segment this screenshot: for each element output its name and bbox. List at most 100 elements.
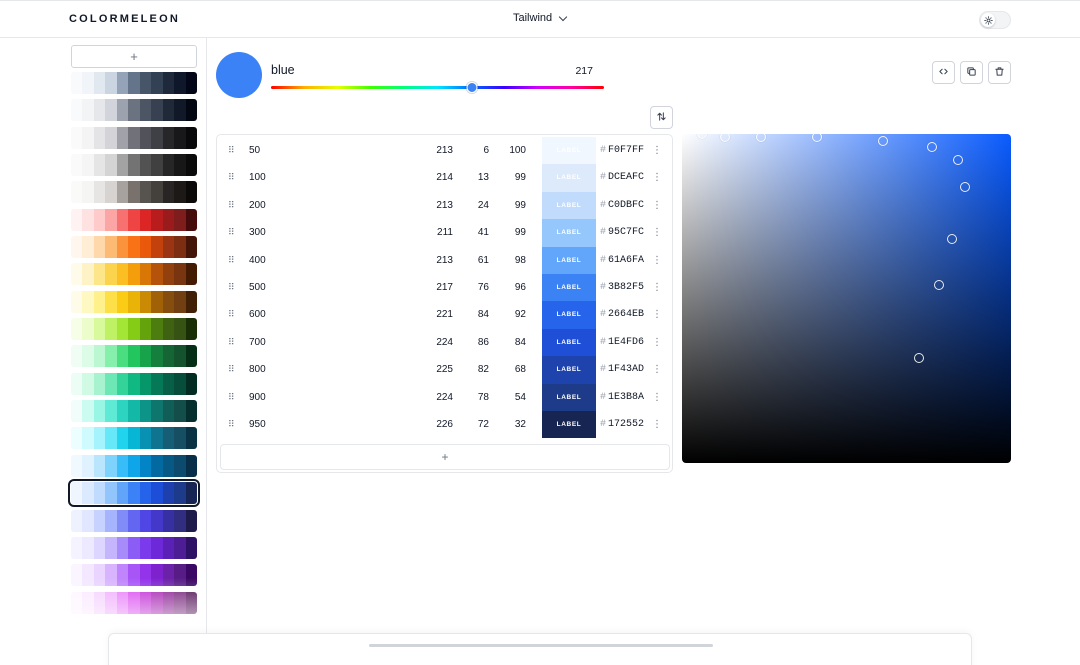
kebab-icon[interactable]: ⋮ <box>652 192 662 219</box>
palette-item[interactable] <box>71 591 197 614</box>
grip-icon[interactable]: ⠿ <box>228 274 237 301</box>
palette-item[interactable] <box>71 454 197 477</box>
palette-set-dropdown[interactable]: Tailwind <box>513 12 568 24</box>
grip-icon[interactable]: ⠿ <box>228 192 237 219</box>
shade-saturation[interactable]: 61 <box>463 247 489 274</box>
shade-name[interactable]: 600 <box>249 301 266 328</box>
palette-item[interactable] <box>71 99 197 122</box>
kebab-icon[interactable]: ⋮ <box>652 164 662 191</box>
picker-handle[interactable] <box>953 155 964 166</box>
palette-item[interactable] <box>71 318 197 341</box>
shade-row[interactable]: ⠿ 200 213 24 99 LABEL # C0DBFC ⋮ <box>217 191 672 220</box>
palette-item[interactable] <box>71 345 197 368</box>
grip-icon[interactable]: ⠿ <box>228 356 237 383</box>
kebab-icon[interactable]: ⋮ <box>652 219 662 246</box>
shade-row[interactable]: ⠿ 100 214 13 99 LABEL # DCEAFC ⋮ <box>217 164 672 192</box>
picker-handle[interactable] <box>877 135 888 146</box>
shade-saturation[interactable]: 13 <box>463 164 489 191</box>
grip-icon[interactable]: ⠿ <box>228 384 237 411</box>
palette-item[interactable] <box>71 236 197 259</box>
shade-lightness[interactable]: 99 <box>499 192 526 219</box>
palette-name[interactable]: blue <box>271 63 295 77</box>
shade-hue[interactable]: 211 <box>427 219 453 246</box>
shade-hex[interactable]: F0F7FF <box>608 137 644 164</box>
shade-hex[interactable]: DCEAFC <box>608 164 644 191</box>
shade-lightness[interactable]: 96 <box>499 274 526 301</box>
shade-name[interactable]: 100 <box>249 164 266 191</box>
shade-hue[interactable]: 213 <box>427 192 453 219</box>
shade-saturation[interactable]: 76 <box>463 274 489 301</box>
copy-button[interactable] <box>960 61 983 84</box>
shade-row[interactable]: ⠿ 400 213 61 98 LABEL #61A6FA ⋮ <box>217 246 672 274</box>
shade-name[interactable]: 500 <box>249 274 266 301</box>
shade-row[interactable]: ⠿ 50 213 6 100 LABEL # F0F7FF ⋮ <box>217 137 672 165</box>
shade-lightness[interactable]: 32 <box>499 411 526 438</box>
shade-lightness[interactable]: 99 <box>499 164 526 191</box>
shade-row[interactable]: ⠿ 800 225 82 68 LABEL #1F43AD ⋮ <box>217 356 672 384</box>
palette-item[interactable] <box>71 427 197 450</box>
shade-hue[interactable]: 225 <box>427 356 453 383</box>
picker-handle[interactable] <box>696 134 707 139</box>
grip-icon[interactable]: ⠿ <box>228 164 237 191</box>
palette-item[interactable] <box>68 479 200 508</box>
kebab-icon[interactable]: ⋮ <box>652 274 662 301</box>
shade-saturation[interactable]: 78 <box>463 384 489 411</box>
saturation-value-picker[interactable] <box>682 134 1011 463</box>
shade-name[interactable]: 950 <box>249 411 266 438</box>
bottom-drawer[interactable] <box>108 633 972 665</box>
shade-saturation[interactable]: 86 <box>463 329 489 356</box>
theme-toggle[interactable] <box>979 11 1011 29</box>
code-button[interactable] <box>932 61 955 84</box>
shade-lightness[interactable]: 98 <box>499 247 526 274</box>
palette-color-swatch[interactable] <box>216 52 262 98</box>
palette-item[interactable] <box>71 263 197 286</box>
shade-hue[interactable]: 224 <box>427 329 453 356</box>
kebab-icon[interactable]: ⋮ <box>652 329 662 356</box>
grip-icon[interactable]: ⠿ <box>228 329 237 356</box>
palette-item[interactable] <box>71 536 197 559</box>
shade-saturation[interactable]: 72 <box>463 411 489 438</box>
shade-name[interactable]: 700 <box>249 329 266 356</box>
shade-lightness[interactable]: 100 <box>499 137 526 164</box>
shade-row[interactable]: ⠿ 900 224 78 54 LABEL #1E3B8A ⋮ <box>217 383 672 411</box>
drawer-handle[interactable] <box>369 644 713 647</box>
palette-item[interactable] <box>71 400 197 423</box>
shade-name[interactable]: 50 <box>249 137 260 164</box>
grip-icon[interactable]: ⠿ <box>228 137 237 164</box>
shade-lightness[interactable]: 54 <box>499 384 526 411</box>
shade-hue[interactable]: 224 <box>427 384 453 411</box>
shade-hex[interactable]: 1E3B8A <box>608 384 644 411</box>
shade-saturation[interactable]: 6 <box>463 137 489 164</box>
grip-icon[interactable]: ⠿ <box>228 247 237 274</box>
palette-item[interactable] <box>71 154 197 177</box>
shade-lightness[interactable]: 84 <box>499 329 526 356</box>
delete-palette-button[interactable] <box>988 61 1011 84</box>
shade-hue[interactable]: 213 <box>427 247 453 274</box>
hue-slider[interactable] <box>271 82 604 93</box>
palette-item[interactable] <box>71 564 197 587</box>
kebab-icon[interactable]: ⋮ <box>652 384 662 411</box>
picker-handle[interactable] <box>959 181 970 192</box>
kebab-icon[interactable]: ⋮ <box>652 301 662 328</box>
shade-hue[interactable]: 217 <box>427 274 453 301</box>
shade-name[interactable]: 900 <box>249 384 266 411</box>
app-logo[interactable]: COLORMELEON <box>69 13 180 25</box>
palette-item[interactable] <box>71 72 197 94</box>
shade-hex[interactable]: 172552 <box>608 411 644 438</box>
shade-hex[interactable]: 95C7FC <box>608 219 644 246</box>
shade-hue[interactable]: 214 <box>427 164 453 191</box>
shade-row[interactable]: ⠿ 600 221 84 92 LABEL #2664EB ⋮ <box>217 301 672 329</box>
palette-item[interactable] <box>71 290 197 313</box>
palette-item[interactable] <box>71 181 197 204</box>
shade-row[interactable]: ⠿ 500 217 76 96 LABEL #3B82F5 ⋮ <box>217 274 672 302</box>
picker-handle[interactable] <box>946 234 957 245</box>
shade-name[interactable]: 300 <box>249 219 266 246</box>
kebab-icon[interactable]: ⋮ <box>652 137 662 164</box>
shade-saturation[interactable]: 24 <box>463 192 489 219</box>
shade-hex[interactable]: C0DBFC <box>608 192 644 219</box>
grip-icon[interactable]: ⠿ <box>228 219 237 246</box>
shade-hue[interactable]: 213 <box>427 137 453 164</box>
shade-row[interactable]: ⠿ 700 224 86 84 LABEL #1E4FD6 ⋮ <box>217 328 672 357</box>
palette-item[interactable] <box>71 509 197 532</box>
hue-slider-thumb[interactable] <box>466 82 478 93</box>
